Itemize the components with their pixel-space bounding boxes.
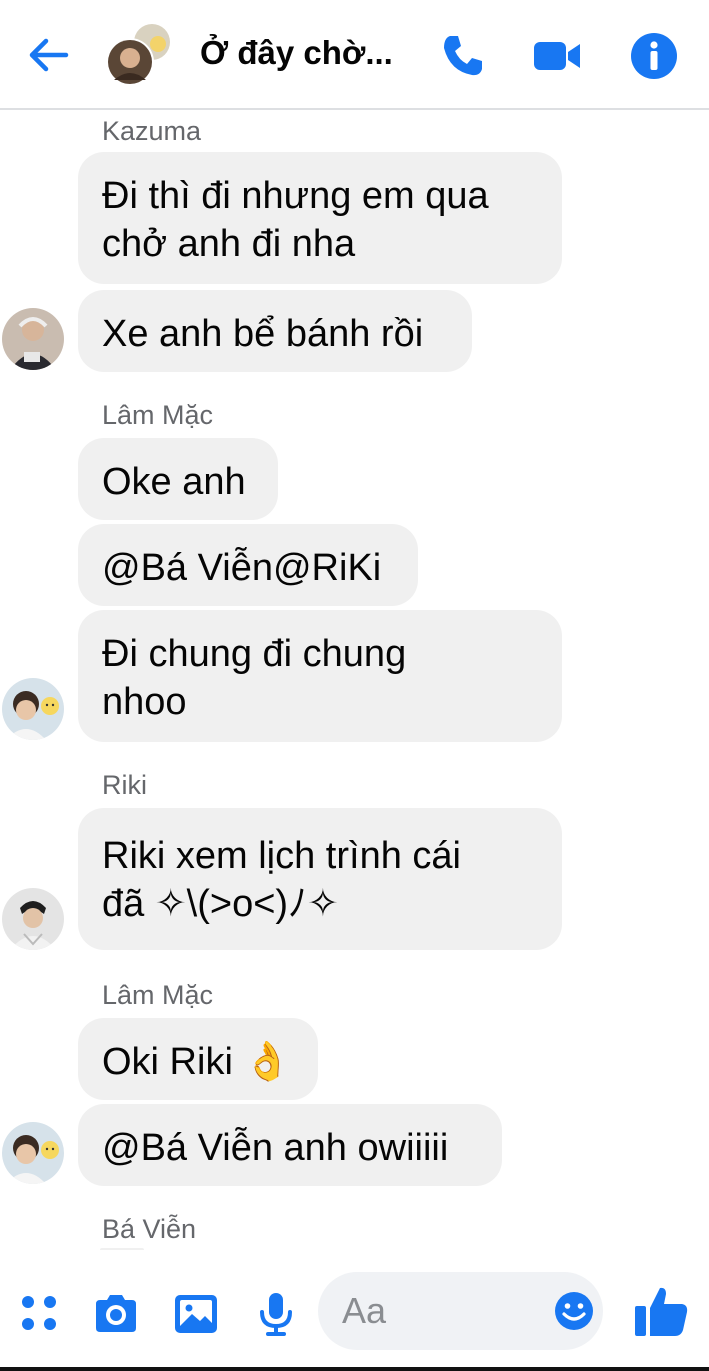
sender-name: Lâm Mặc [102,400,214,430]
sender-name: Riki [102,770,147,800]
composer-bar: Aa [0,1250,709,1371]
avatar[interactable] [2,308,64,370]
sender-name: Lâm Mặc [102,980,214,1010]
thumbs-up-like-icon[interactable] [632,1282,690,1340]
group-avatar[interactable] [106,22,176,88]
message-bubble[interactable]: Oke anh [78,438,278,520]
message-bubble[interactable]: Đi thì đi nhưng em qua chở anh đi nha [78,152,562,284]
emoji-smiley-icon[interactable] [553,1290,595,1332]
message-bubble[interactable]: Xe anh bể bánh rồi [78,290,472,372]
conversation-title[interactable]: Ở đây chờ... [200,34,420,72]
phone-call-icon[interactable] [436,30,488,82]
info-icon[interactable] [628,30,680,82]
apps-grid-icon[interactable] [16,1290,64,1338]
message-bubble[interactable]: Oki Riki 👌 [78,1018,318,1100]
back-arrow-icon[interactable] [24,30,74,80]
avatar[interactable] [2,678,64,740]
bottom-edge [0,1367,709,1371]
message-input-placeholder: Aa [342,1290,387,1331]
camera-icon[interactable] [92,1290,140,1338]
message-bubble[interactable]: Đi chung đi chung nhoo [78,610,562,742]
message-bubble[interactable]: @Bá Viễn@RiKi [78,524,418,606]
avatar[interactable] [2,888,64,950]
chat-header: Ở đây chờ... [0,0,709,110]
gallery-image-icon[interactable] [172,1290,220,1338]
message-bubble[interactable]: Riki xem lịch trình cái đã ✧\(>o<)ﾉ✧ [78,808,562,950]
sender-name: Kazuma [102,116,202,146]
message-thread[interactable]: Kazuma Đi thì đi nhưng em qua chở anh đi… [0,110,709,1250]
video-call-icon[interactable] [530,30,582,82]
sender-name: Bá Viễn [102,1214,197,1244]
message-bubble[interactable]: @Bá Viễn anh owiiiii [78,1104,502,1186]
microphone-icon[interactable] [252,1290,300,1338]
message-input[interactable]: Aa [318,1272,603,1350]
avatar[interactable] [2,1122,64,1184]
